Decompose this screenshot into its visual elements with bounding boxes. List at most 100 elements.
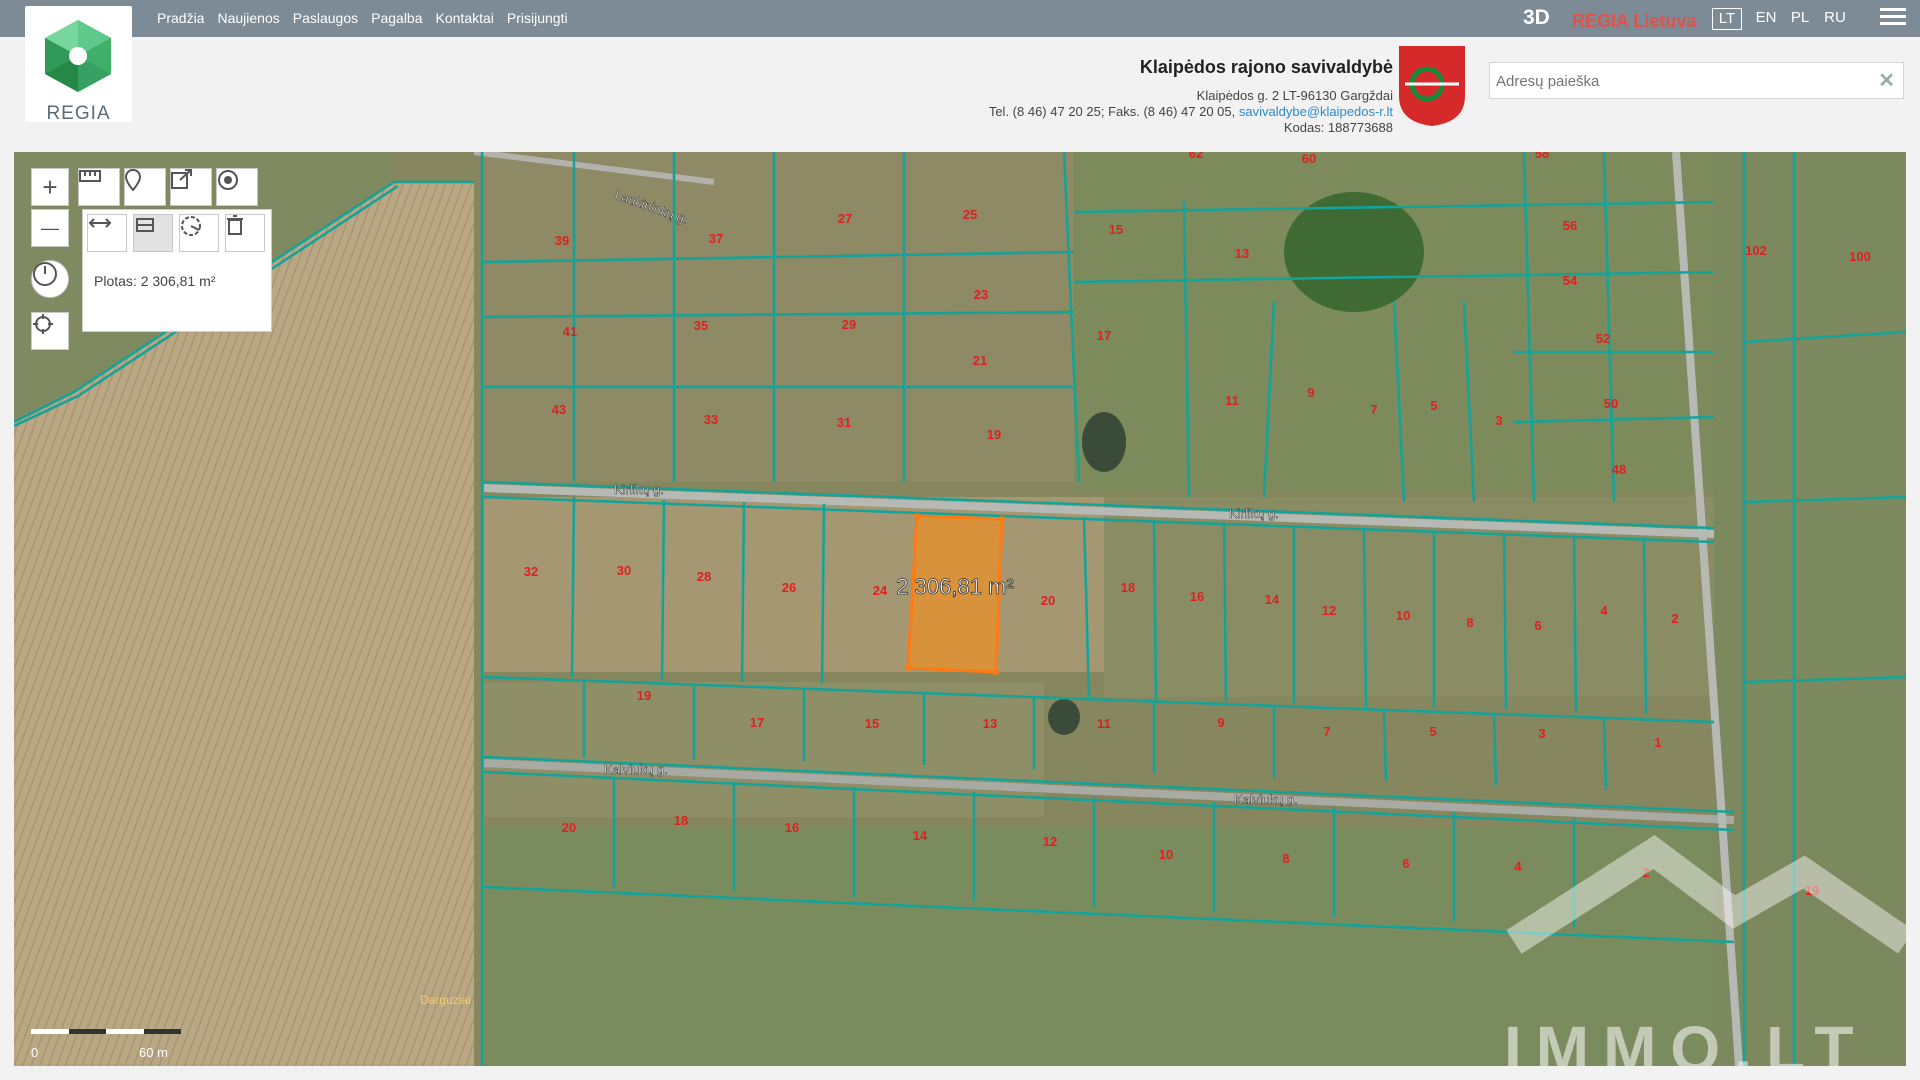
parcel-number[interactable]: 16 — [785, 820, 799, 835]
regia-lietuva-link[interactable]: REGIA Lietuva — [1572, 11, 1696, 32]
parcel-number[interactable]: 33 — [704, 412, 718, 427]
parcel-number[interactable]: 102 — [1745, 243, 1767, 258]
parcel-number[interactable]: 25 — [963, 207, 977, 222]
measure-tool-button[interactable] — [78, 168, 120, 206]
zoom-in-button[interactable]: + — [31, 168, 69, 206]
parcel-number[interactable]: 8 — [1282, 851, 1289, 866]
nav-services[interactable]: Paslaugos — [293, 10, 358, 26]
hamburger-menu-icon[interactable] — [1880, 8, 1906, 30]
parcel-number[interactable]: 5 — [1429, 724, 1436, 739]
regia-logo[interactable]: REGIA — [25, 6, 132, 124]
parcel-number[interactable]: 7 — [1370, 402, 1377, 417]
parcel-number[interactable]: 26 — [782, 580, 796, 595]
parcel-number[interactable]: 11 — [1225, 393, 1239, 408]
parcel-number[interactable]: 7 — [1323, 724, 1330, 739]
parcel-number[interactable]: 23 — [974, 287, 988, 302]
nav-help[interactable]: Pagalba — [371, 10, 422, 26]
lang-ru[interactable]: RU — [1820, 8, 1850, 28]
measure-distance-button[interactable] — [87, 214, 127, 252]
parcel-number[interactable]: 21 — [973, 353, 987, 368]
municipality-email-link[interactable]: savivaldybe@klaipedos-r.lt — [1239, 104, 1393, 119]
parcel-number[interactable]: 12 — [1322, 603, 1336, 618]
parcel-number[interactable]: 5 — [1430, 398, 1437, 413]
parcel-number[interactable]: 3 — [1495, 413, 1502, 428]
parcel-number[interactable]: 17 — [1097, 328, 1111, 343]
parcel-number[interactable]: 12 — [1043, 834, 1057, 849]
measure-area-button[interactable] — [133, 214, 173, 252]
parcel-number[interactable]: 31 — [837, 415, 851, 430]
address-search-input[interactable] — [1494, 63, 1878, 100]
parcel-number[interactable]: 15 — [1109, 222, 1123, 237]
parcel-number[interactable]: 6 — [1402, 856, 1409, 871]
map-pin-icon — [125, 169, 141, 191]
scale-zero-label: 0 — [31, 1045, 39, 1060]
address-search[interactable]: ✕ — [1489, 62, 1904, 100]
parcel-number[interactable]: 9 — [1217, 715, 1224, 730]
parcel-number[interactable]: 20 — [562, 820, 576, 835]
parcel-number[interactable]: 4 — [1600, 603, 1608, 618]
parcel-number[interactable]: 39 — [555, 233, 569, 248]
parcel-number[interactable]: 41 — [563, 324, 577, 339]
nav-news[interactable]: Naujienos — [217, 10, 279, 26]
map-view[interactable]: 2 306,81 m² Laukininkų g. Kirlikų g. Kir… — [14, 152, 1906, 1066]
parcel-number[interactable]: 18 — [1121, 580, 1135, 595]
3d-button[interactable]: 3D — [1523, 6, 1550, 30]
parcel-number[interactable]: 1 — [1654, 735, 1661, 750]
parcel-number[interactable]: 24 — [873, 583, 888, 598]
parcel-number[interactable]: 13 — [1235, 246, 1249, 261]
parcel-number[interactable]: 48 — [1612, 462, 1626, 477]
parcel-number[interactable]: 3 — [1538, 726, 1545, 741]
parcel-number[interactable]: 58 — [1535, 152, 1549, 161]
nav-login[interactable]: Prisijungti — [507, 10, 568, 26]
parcel-number[interactable]: 17 — [750, 715, 764, 730]
parcel-number[interactable]: 4 — [1514, 859, 1522, 874]
parcel-number[interactable]: 27 — [838, 211, 852, 226]
parcel-number[interactable]: 11 — [1097, 716, 1111, 731]
parcel-number[interactable]: 62 — [1189, 152, 1203, 161]
parcel-number[interactable]: 15 — [865, 716, 879, 731]
parcel-number[interactable]: 9 — [1307, 385, 1314, 400]
map-canvas[interactable]: 2 306,81 m² Laukininkų g. Kirlikų g. Kir… — [14, 152, 1906, 1066]
nav-contacts[interactable]: Kontaktai — [436, 10, 494, 26]
parcel-number[interactable]: 14 — [1265, 592, 1280, 607]
parcel-number[interactable]: 28 — [697, 569, 711, 584]
parcel-number[interactable]: 37 — [709, 231, 723, 246]
parcel-number[interactable]: 32 — [524, 564, 538, 579]
parcel-number[interactable]: 19 — [987, 427, 1001, 442]
share-button[interactable] — [170, 168, 212, 206]
parcel-number[interactable]: 13 — [983, 716, 997, 731]
parcel-number[interactable]: 35 — [694, 318, 708, 333]
coat-of-arms-icon — [1399, 46, 1465, 126]
parcel-number[interactable]: 100 — [1849, 249, 1871, 264]
clear-search-icon[interactable]: ✕ — [1878, 68, 1895, 93]
parcel-number[interactable]: 16 — [1190, 589, 1204, 604]
parcel-number[interactable]: 60 — [1302, 152, 1316, 166]
measure-radius-button[interactable] — [179, 214, 219, 252]
parcel-number[interactable]: 10 — [1159, 847, 1173, 862]
parcel-number[interactable]: 52 — [1596, 331, 1610, 346]
parcel-number[interactable]: 14 — [913, 828, 928, 843]
locate-button[interactable] — [31, 312, 69, 350]
delete-measurement-button[interactable] — [225, 214, 265, 252]
parcel-number[interactable]: 8 — [1466, 615, 1473, 630]
parcel-number[interactable]: 18 — [674, 813, 688, 828]
parcel-number[interactable]: 50 — [1604, 396, 1618, 411]
lang-en[interactable]: EN — [1751, 8, 1781, 28]
target-button[interactable] — [216, 168, 258, 206]
parcel-number[interactable]: 6 — [1534, 618, 1541, 633]
parcel-number[interactable]: 56 — [1563, 218, 1577, 233]
nav-home[interactable]: Pradžia — [157, 10, 204, 26]
parcel-number[interactable]: 54 — [1563, 273, 1578, 288]
parcel-number[interactable]: 30 — [617, 563, 631, 578]
history-button[interactable] — [31, 260, 69, 298]
lang-lt[interactable]: LT — [1712, 8, 1742, 30]
parcel-number[interactable]: 20 — [1041, 593, 1055, 608]
crosshair-icon — [33, 314, 53, 334]
parcel-number[interactable]: 29 — [842, 317, 856, 332]
zoom-out-button[interactable]: — — [31, 209, 69, 247]
parcel-number[interactable]: 43 — [552, 402, 566, 417]
marker-tool-button[interactable] — [124, 168, 166, 206]
parcel-number[interactable]: 2 — [1671, 611, 1678, 626]
parcel-number[interactable]: 10 — [1396, 608, 1410, 623]
lang-pl[interactable]: PL — [1786, 8, 1814, 28]
